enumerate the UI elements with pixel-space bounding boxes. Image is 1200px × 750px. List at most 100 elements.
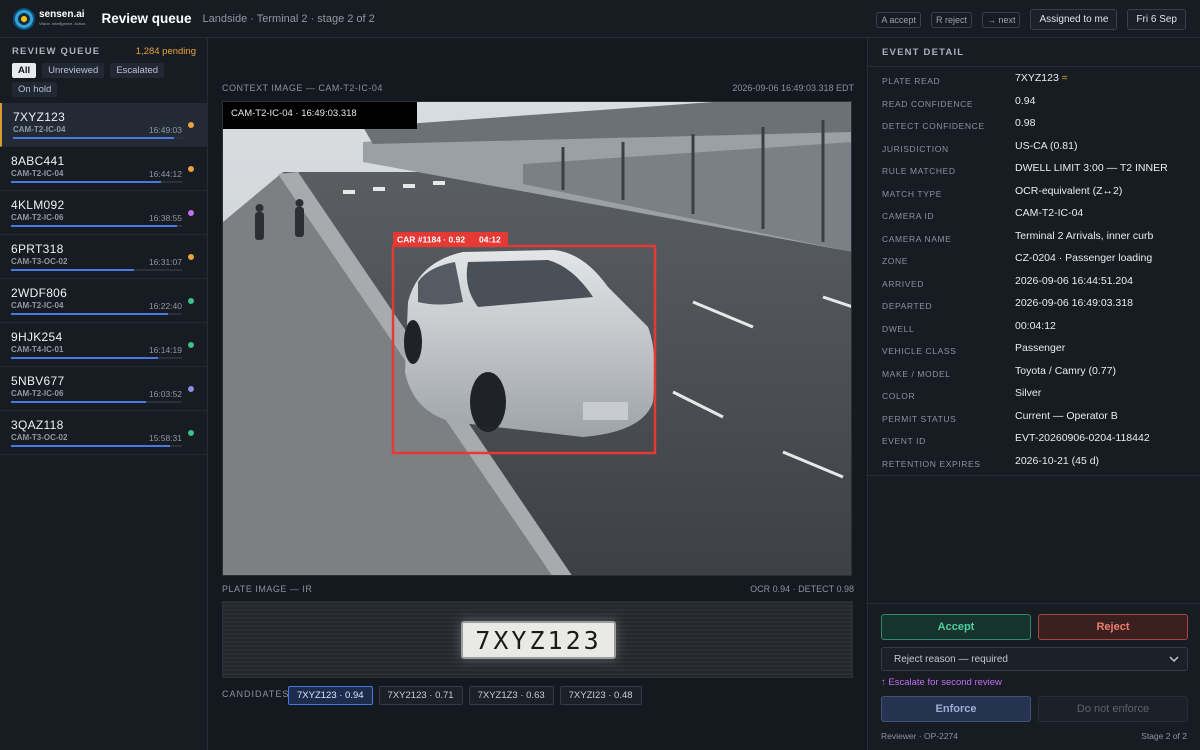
detail-label: Permit status xyxy=(882,413,957,424)
reject-reason-placeholder: Reject reason — required xyxy=(894,654,1008,665)
candidate-list: 7XYZ123 · 0.94 7XY2123 · 0.71 7XYZ1Z3 · … xyxy=(288,686,642,705)
detail-value: EVT-20260906-0204-118442 xyxy=(1015,432,1150,444)
candidate-chip[interactable]: 7XYZ123 · 0.94 xyxy=(288,686,373,705)
detection-dwell: 04:12 xyxy=(479,235,501,245)
candidate-chip[interactable]: 7XYZI23 · 0.48 xyxy=(559,686,642,705)
queue-item-time: 16:03:52 xyxy=(148,389,182,399)
queue-item[interactable]: 9HJK254 CAM-T4-IC-01 16:14:19 xyxy=(0,323,207,367)
queue-item[interactable]: 8ABC441 CAM-T2-IC-04 16:44:12 xyxy=(0,147,207,191)
accept-button[interactable]: Accept xyxy=(881,614,1031,640)
detail-value: 0.94 xyxy=(1015,94,1036,107)
queue-item-plate: 8ABC441 xyxy=(11,154,65,168)
breadcrumb: Landside · Terminal 2 · stage 2 of 2 xyxy=(202,12,375,25)
detail-row: Permit status Current — Operator B xyxy=(868,404,1200,427)
reject-button[interactable]: Reject xyxy=(1038,614,1188,640)
context-image[interactable]: CAM-T2-IC-04 · 16:49:03.318 CAR #1184 · … xyxy=(222,101,852,576)
detail-row: Camera ID CAM-T2-IC-04 xyxy=(868,201,1200,224)
reject-reason-select[interactable]: Reject reason — required xyxy=(881,647,1188,671)
reviewer-id: Reviewer · OP-2274 xyxy=(881,731,959,741)
detail-value: Current — Operator B xyxy=(1015,409,1118,422)
detail-row: Event ID EVT-20260906-0204-118442 xyxy=(868,426,1200,449)
queue-item[interactable]: 7XYZ123 CAM-T2-IC-04 16:49:03 xyxy=(0,103,207,147)
detail-value: 2026-09-06 16:49:03.318 xyxy=(1015,297,1133,309)
confidence-bar xyxy=(11,181,182,183)
plate-scores: OCR 0.94 · DETECT 0.98 xyxy=(750,584,854,594)
queue-item-time: 15:58:31 xyxy=(148,433,182,443)
queue-item-time: 16:14:19 xyxy=(148,345,182,355)
enforce-button[interactable]: Enforce xyxy=(881,696,1031,722)
queue-item-plate: 6PRT318 xyxy=(11,242,64,256)
detail-label: Vehicle class xyxy=(882,346,957,356)
detail-row: Match type OCR-equivalent (Z↔2) xyxy=(868,179,1200,202)
candidates-label: CANDIDATES xyxy=(222,689,290,699)
context-image-label: CONTEXT IMAGE — CAM-T2-IC-04 xyxy=(222,83,383,93)
detail-label: Camera name xyxy=(882,233,952,244)
detail-row: Jurisdiction US-CA (0.81) xyxy=(868,134,1200,157)
plate-image[interactable]: 7XYZ123 xyxy=(222,601,853,678)
filter-unreviewed[interactable]: Unreviewed xyxy=(42,63,105,78)
detail-row: Make / model Toyota / Camry (0.77) xyxy=(868,359,1200,382)
plate-crop: 7XYZ123 xyxy=(461,621,616,659)
detail-value: Toyota / Camry (0.77) xyxy=(1015,364,1116,377)
queue-item[interactable]: 3QAZ118 CAM-T3-OC-02 15:58:31 xyxy=(0,411,207,455)
queue-item[interactable]: 5NBV677 CAM-T2-IC-06 16:03:52 xyxy=(0,367,207,411)
detail-row: Read confidence 0.94 xyxy=(868,89,1200,112)
logo-name: sensen.ai xyxy=(39,8,85,20)
queue-item-camera: CAM-T2-IC-04 xyxy=(11,169,64,178)
queue-item-plate: 9HJK254 xyxy=(11,330,63,344)
candidate-chip[interactable]: 7XYZ1Z3 · 0.63 xyxy=(468,686,554,705)
review-queue-sidebar: REVIEW QUEUE 1,284 pending All Unreviewe… xyxy=(0,38,208,750)
page-title: Review queue xyxy=(101,11,192,26)
confidence-bar xyxy=(11,225,182,227)
detail-row: Plate read 7XYZ123 ≈ xyxy=(868,66,1200,89)
pending-count: 1,284 pending xyxy=(135,46,196,57)
escalate-link[interactable]: ↑ Escalate for second review xyxy=(881,677,1002,688)
confidence-bar xyxy=(11,401,182,403)
assigned-to-me-button[interactable]: Assigned to me xyxy=(1030,9,1118,30)
camera-overlay-label: CAM-T2-IC-04 · 16:49:03.318 xyxy=(223,102,417,129)
queue-item-time: 16:38:55 xyxy=(148,213,182,223)
queue-item-time: 16:44:12 xyxy=(148,169,182,179)
detail-label: Jurisdiction xyxy=(882,143,949,154)
filter-on-hold[interactable]: On hold xyxy=(12,82,58,97)
queue-item[interactable]: 6PRT318 CAM-T3-OC-02 16:31:07 xyxy=(0,235,207,279)
detail-label: Rule matched xyxy=(882,166,956,176)
top-bar: sensen.ai Vision. Intelligence. Action. … xyxy=(0,0,1200,38)
queue-item-camera: CAM-T2-IC-06 xyxy=(11,213,64,222)
queue-item-camera: CAM-T2-IC-04 xyxy=(11,301,64,310)
detection-label: CAR #1184 · 0.92 xyxy=(397,235,465,245)
candidate-chip[interactable]: 7XY2123 · 0.71 xyxy=(378,686,463,705)
shortcut-hint-reject: R reject xyxy=(930,11,972,28)
detail-label: Camera ID xyxy=(882,211,935,221)
detail-row: Rule matched DWELL LIMIT 3:00 — T2 INNER xyxy=(868,156,1200,179)
event-detail-title: EVENT DETAIL xyxy=(882,47,965,58)
detail-value: US-CA (0.81) xyxy=(1015,139,1078,152)
detail-row: Zone CZ-0204 · Passenger loading xyxy=(868,246,1200,269)
detail-value: DWELL LIMIT 3:00 — T2 INNER xyxy=(1015,162,1168,174)
filter-escalated[interactable]: Escalated xyxy=(110,63,165,78)
status-dot xyxy=(188,166,194,172)
detail-label: Detect confidence xyxy=(882,121,985,131)
detail-label: Match type xyxy=(882,188,942,199)
detail-row: Camera name Terminal 2 Arrivals, inner cu… xyxy=(868,224,1200,247)
detail-row: Color Silver xyxy=(868,381,1200,404)
detail-label: Departed xyxy=(882,301,933,311)
do-not-enforce-button[interactable]: Do not enforce xyxy=(1038,696,1188,722)
queue-item-plate: 3QAZ118 xyxy=(11,418,64,432)
status-dot xyxy=(188,430,194,436)
queue-item-camera: CAM-T4-IC-01 xyxy=(11,345,64,354)
queue-item-plate: 2WDF806 xyxy=(11,286,68,300)
detail-value: CZ-0204 · Passenger loading xyxy=(1015,252,1153,264)
date-button[interactable]: Fri 6 Sep xyxy=(1127,9,1186,30)
confidence-bar xyxy=(11,269,182,271)
detail-value: Silver xyxy=(1015,387,1042,399)
filter-all[interactable]: All xyxy=(12,63,37,78)
confidence-bar xyxy=(11,313,182,315)
confidence-bar xyxy=(11,445,182,447)
queue-item[interactable]: 2WDF806 CAM-T2-IC-04 16:22:40 xyxy=(0,279,207,323)
queue-item[interactable]: 4KLM092 CAM-T2-IC-06 16:38:55 xyxy=(0,191,207,235)
event-detail-rows: Plate read 7XYZ123 ≈ Read confidence 0.94 … xyxy=(868,66,1200,471)
detail-row: Vehicle class Passenger xyxy=(868,336,1200,359)
detail-label: Event ID xyxy=(882,436,926,446)
detail-label: Dwell xyxy=(882,323,915,334)
